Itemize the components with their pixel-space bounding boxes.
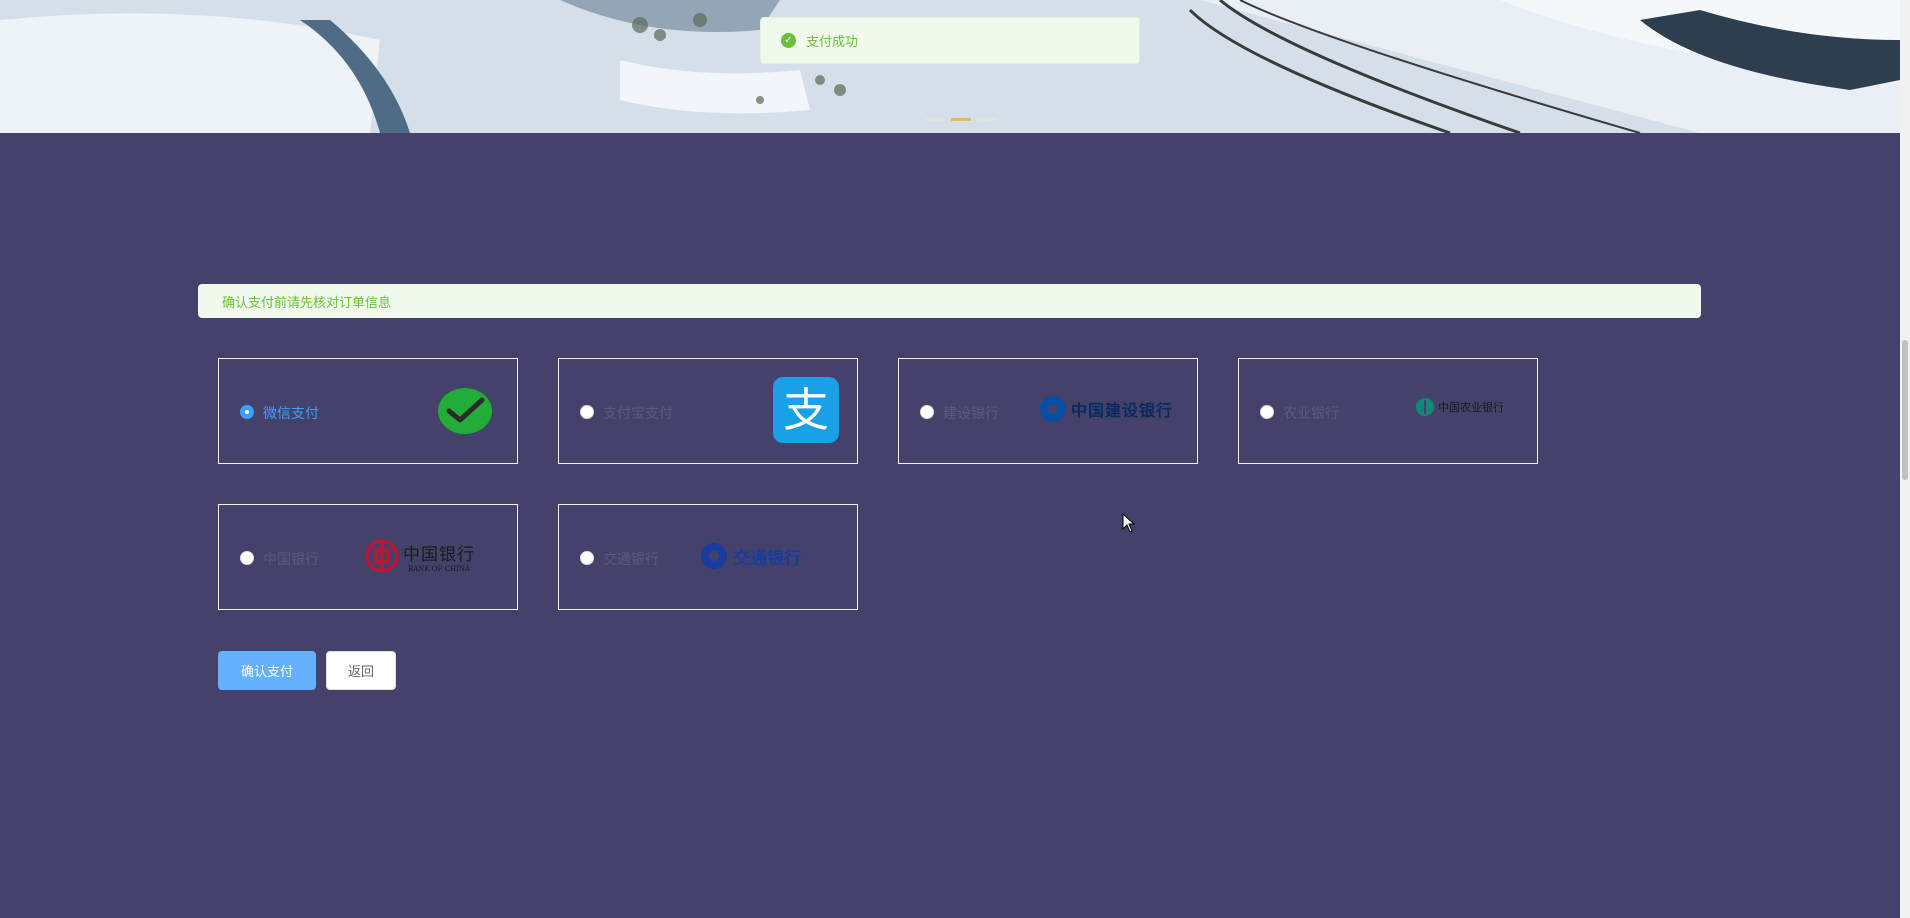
radio-boc[interactable] — [240, 551, 254, 565]
radio-bocom[interactable] — [580, 551, 594, 565]
payment-label: 交通银行 — [603, 552, 659, 568]
toast-message: 支付成功 — [806, 35, 859, 50]
bocom-logo: 交通银行 — [699, 541, 801, 571]
back-button[interactable]: 返回 — [326, 651, 396, 690]
svg-text:支: 支 — [783, 383, 829, 437]
payment-option-bocom[interactable]: 交通银行 交通银行 — [558, 504, 858, 610]
payment-label: 微信支付 — [263, 406, 319, 422]
page-scrollbar[interactable] — [1900, 0, 1910, 918]
radio-alipay[interactable] — [580, 405, 594, 419]
boc-emblem-icon — [365, 539, 399, 573]
boc-logo-subtext: BANK OF CHINA — [407, 564, 470, 573]
radio-ccb[interactable] — [920, 405, 934, 419]
order-check-alert: 确认支付前请先核对订单信息 — [198, 284, 1701, 318]
confirm-payment-button[interactable]: 确认支付 — [218, 651, 316, 690]
payment-option-ccb[interactable]: 建设银行 中国建设银行 — [898, 358, 1198, 464]
boc-logo: 中国银行 BANK OF CHINA — [365, 539, 475, 573]
bocom-logo-text: 交通银行 — [733, 548, 801, 569]
scrollbar-thumb[interactable] — [1902, 340, 1908, 480]
boc-logo-text: 中国银行 — [403, 544, 475, 565]
carousel-dot[interactable] — [925, 118, 945, 121]
success-toast: ✓ 支付成功 — [760, 17, 1140, 64]
abc-logo: 中国农业银行 — [1415, 397, 1504, 417]
payment-option-wechat[interactable]: 微信支付 — [218, 358, 518, 464]
payment-option-abc[interactable]: 农业银行 中国农业银行 — [1238, 358, 1538, 464]
payment-label: 支付宝支付 — [603, 406, 673, 422]
ccb-emblem-icon — [1040, 396, 1066, 422]
payment-label: 中国银行 — [263, 552, 319, 568]
abc-emblem-icon — [1416, 398, 1434, 416]
carousel-dot-active[interactable] — [951, 118, 971, 121]
radio-abc[interactable] — [1260, 405, 1274, 419]
payment-option-alipay[interactable]: 支付宝支付 支 — [558, 358, 858, 464]
bocom-emblem-icon — [701, 543, 727, 569]
alert-text: 确认支付前请先核对订单信息 — [222, 295, 392, 311]
mouse-cursor-icon — [1122, 513, 1136, 533]
ccb-logo-text: 中国建设银行 — [1071, 401, 1174, 420]
alipay-logo: 支 — [773, 377, 839, 443]
carousel-dot[interactable] — [977, 118, 997, 121]
ccb-logo: 中国建设银行 — [1039, 395, 1173, 423]
carousel-indicators[interactable] — [925, 118, 997, 121]
radio-wechat[interactable] — [240, 405, 254, 419]
payment-label: 农业银行 — [1283, 406, 1339, 422]
abc-logo-text: 中国农业银行 — [1438, 401, 1504, 414]
success-check-icon: ✓ — [781, 33, 796, 48]
wechat-pay-logo — [438, 388, 492, 434]
payment-label: 建设银行 — [943, 406, 999, 422]
payment-option-boc[interactable]: 中国银行 中国银行 BANK OF CHINA — [218, 504, 518, 610]
